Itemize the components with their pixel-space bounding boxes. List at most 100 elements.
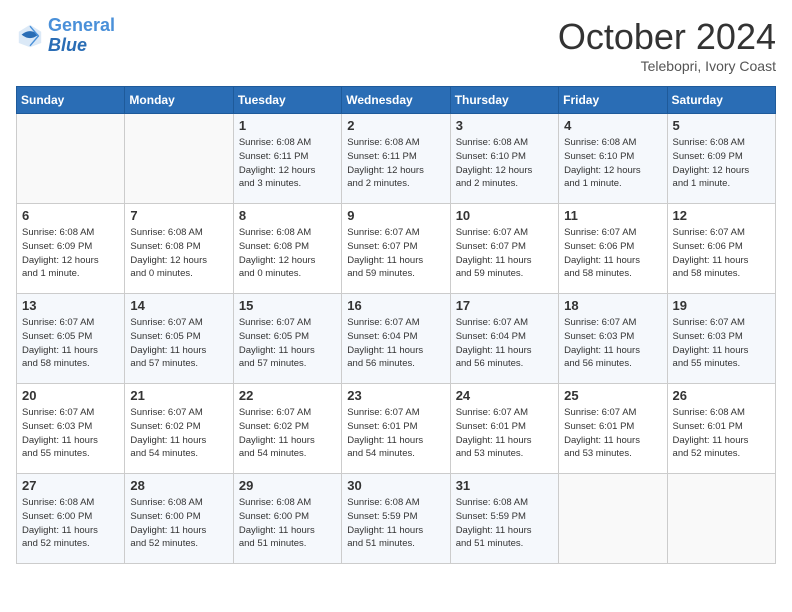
day-info: Sunrise: 6:08 AM Sunset: 6:08 PM Dayligh… (130, 226, 227, 281)
calendar-week-5: 27 Sunrise: 6:08 AM Sunset: 6:00 PM Dayli… (17, 474, 776, 564)
calendar-week-1: 1 Sunrise: 6:08 AM Sunset: 6:11 PM Daylig… (17, 114, 776, 204)
day-number: 12 (673, 208, 770, 223)
day-number: 17 (456, 298, 553, 313)
calendar-cell: 16 Sunrise: 6:07 AM Sunset: 6:04 PM Dayli… (342, 294, 450, 384)
day-info: Sunrise: 6:08 AM Sunset: 6:00 PM Dayligh… (130, 496, 227, 551)
day-number: 26 (673, 388, 770, 403)
title-block: October 2024 Telebopri, Ivory Coast (558, 16, 776, 74)
day-info: Sunrise: 6:08 AM Sunset: 6:10 PM Dayligh… (456, 136, 553, 191)
day-number: 8 (239, 208, 336, 223)
day-info: Sunrise: 6:08 AM Sunset: 6:00 PM Dayligh… (22, 496, 119, 551)
day-info: Sunrise: 6:07 AM Sunset: 6:06 PM Dayligh… (564, 226, 661, 281)
day-number: 29 (239, 478, 336, 493)
day-info: Sunrise: 6:07 AM Sunset: 6:02 PM Dayligh… (130, 406, 227, 461)
day-info: Sunrise: 6:07 AM Sunset: 6:07 PM Dayligh… (456, 226, 553, 281)
day-number: 6 (22, 208, 119, 223)
day-number: 10 (456, 208, 553, 223)
day-info: Sunrise: 6:07 AM Sunset: 6:03 PM Dayligh… (22, 406, 119, 461)
calendar-cell (667, 474, 775, 564)
day-info: Sunrise: 6:08 AM Sunset: 6:09 PM Dayligh… (673, 136, 770, 191)
calendar-cell: 14Sunrise: 6:07 AM Sunset: 6:05 PM Dayli… (125, 294, 233, 384)
calendar-cell: 1 Sunrise: 6:08 AM Sunset: 6:11 PM Daylig… (233, 114, 341, 204)
day-info: Sunrise: 6:08 AM Sunset: 6:09 PM Dayligh… (22, 226, 119, 281)
day-number: 1 (239, 118, 336, 133)
logo-text: General Blue (48, 16, 115, 56)
day-info: Sunrise: 6:07 AM Sunset: 6:04 PM Dayligh… (456, 316, 553, 371)
day-info: Sunrise: 6:07 AM Sunset: 6:06 PM Dayligh… (673, 226, 770, 281)
logo: General Blue (16, 16, 115, 56)
calendar-cell: 21 Sunrise: 6:07 AM Sunset: 6:02 PM Dayli… (125, 384, 233, 474)
day-header-friday: Friday (559, 87, 667, 114)
calendar-cell: 8 Sunrise: 6:08 AM Sunset: 6:08 PM Daylig… (233, 204, 341, 294)
day-info: Sunrise: 6:08 AM Sunset: 6:11 PM Dayligh… (239, 136, 336, 191)
month-title: October 2024 (558, 16, 776, 58)
day-header-tuesday: Tuesday (233, 87, 341, 114)
calendar-cell: 6 Sunrise: 6:08 AM Sunset: 6:09 PM Daylig… (17, 204, 125, 294)
day-info: Sunrise: 6:07 AM Sunset: 6:04 PM Dayligh… (347, 316, 444, 371)
calendar-cell: 12 Sunrise: 6:07 AM Sunset: 6:06 PM Dayli… (667, 204, 775, 294)
day-number: 30 (347, 478, 444, 493)
day-info: Sunrise: 6:08 AM Sunset: 5:59 PM Dayligh… (456, 496, 553, 551)
day-number: 5 (673, 118, 770, 133)
calendar-cell (17, 114, 125, 204)
day-header-monday: Monday (125, 87, 233, 114)
calendar-cell: 13Sunrise: 6:07 AM Sunset: 6:05 PM Dayli… (17, 294, 125, 384)
day-header-wednesday: Wednesday (342, 87, 450, 114)
day-info: Sunrise: 6:07 AM Sunset: 6:03 PM Dayligh… (564, 316, 661, 371)
calendar-cell: 10 Sunrise: 6:07 AM Sunset: 6:07 PM Dayli… (450, 204, 558, 294)
day-number: 22 (239, 388, 336, 403)
day-info: Sunrise: 6:08 AM Sunset: 5:59 PM Dayligh… (347, 496, 444, 551)
day-number: 9 (347, 208, 444, 223)
day-info: Sunrise: 6:07 AM Sunset: 6:01 PM Dayligh… (564, 406, 661, 461)
day-number: 23 (347, 388, 444, 403)
day-number: 13 (22, 298, 119, 313)
day-info: Sunrise: 6:08 AM Sunset: 6:11 PM Dayligh… (347, 136, 444, 191)
calendar-cell: 24 Sunrise: 6:07 AM Sunset: 6:01 PM Dayli… (450, 384, 558, 474)
location-subtitle: Telebopri, Ivory Coast (558, 58, 776, 74)
day-number: 20 (22, 388, 119, 403)
day-number: 21 (130, 388, 227, 403)
day-info: Sunrise: 6:08 AM Sunset: 6:10 PM Dayligh… (564, 136, 661, 191)
calendar-cell: 11Sunrise: 6:07 AM Sunset: 6:06 PM Dayli… (559, 204, 667, 294)
day-number: 16 (347, 298, 444, 313)
day-number: 3 (456, 118, 553, 133)
day-info: Sunrise: 6:07 AM Sunset: 6:05 PM Dayligh… (239, 316, 336, 371)
logo-icon (16, 22, 44, 50)
calendar-cell: 30 Sunrise: 6:08 AM Sunset: 5:59 PM Dayli… (342, 474, 450, 564)
day-header-thursday: Thursday (450, 87, 558, 114)
calendar-cell: 29Sunrise: 6:08 AM Sunset: 6:00 PM Dayli… (233, 474, 341, 564)
day-number: 18 (564, 298, 661, 313)
calendar-cell: 20 Sunrise: 6:07 AM Sunset: 6:03 PM Dayli… (17, 384, 125, 474)
calendar-cell: 5 Sunrise: 6:08 AM Sunset: 6:09 PM Daylig… (667, 114, 775, 204)
day-number: 2 (347, 118, 444, 133)
calendar-cell: 31Sunrise: 6:08 AM Sunset: 5:59 PM Dayli… (450, 474, 558, 564)
day-number: 15 (239, 298, 336, 313)
day-info: Sunrise: 6:08 AM Sunset: 6:01 PM Dayligh… (673, 406, 770, 461)
calendar-week-4: 20 Sunrise: 6:07 AM Sunset: 6:03 PM Dayli… (17, 384, 776, 474)
calendar-cell: 3 Sunrise: 6:08 AM Sunset: 6:10 PM Daylig… (450, 114, 558, 204)
calendar-week-3: 13 Sunrise: 6:07 AM Sunset: 6:05 PM Dayli… (17, 294, 776, 384)
day-info: Sunrise: 6:08 AM Sunset: 6:08 PM Dayligh… (239, 226, 336, 281)
calendar-cell: 23Sunrise: 6:07 AM Sunset: 6:01 PM Dayli… (342, 384, 450, 474)
day-number: 4 (564, 118, 661, 133)
calendar-cell: 7Sunrise: 6:08 AM Sunset: 6:08 PM Daylig… (125, 204, 233, 294)
day-header-sunday: Sunday (17, 87, 125, 114)
day-info: Sunrise: 6:07 AM Sunset: 6:02 PM Dayligh… (239, 406, 336, 461)
day-number: 24 (456, 388, 553, 403)
calendar-cell: 19 Sunrise: 6:07 AM Sunset: 6:03 PM Dayli… (667, 294, 775, 384)
day-info: Sunrise: 6:07 AM Sunset: 6:03 PM Dayligh… (673, 316, 770, 371)
calendar-cell: 27 Sunrise: 6:08 AM Sunset: 6:00 PM Dayli… (17, 474, 125, 564)
day-number: 27 (22, 478, 119, 493)
day-header-saturday: Saturday (667, 87, 775, 114)
day-info: Sunrise: 6:07 AM Sunset: 6:01 PM Dayligh… (456, 406, 553, 461)
calendar-cell (125, 114, 233, 204)
calendar-cell (559, 474, 667, 564)
calendar-cell: 2 Sunrise: 6:08 AM Sunset: 6:11 PM Daylig… (342, 114, 450, 204)
day-number: 19 (673, 298, 770, 313)
day-info: Sunrise: 6:07 AM Sunset: 6:07 PM Dayligh… (347, 226, 444, 281)
calendar-cell: 22 Sunrise: 6:07 AM Sunset: 6:02 PM Dayli… (233, 384, 341, 474)
calendar-cell: 28Sunrise: 6:08 AM Sunset: 6:00 PM Dayli… (125, 474, 233, 564)
calendar-cell: 4 Sunrise: 6:08 AM Sunset: 6:10 PM Daylig… (559, 114, 667, 204)
calendar-cell: 26 Sunrise: 6:08 AM Sunset: 6:01 PM Dayli… (667, 384, 775, 474)
calendar-cell: 9 Sunrise: 6:07 AM Sunset: 6:07 PM Daylig… (342, 204, 450, 294)
